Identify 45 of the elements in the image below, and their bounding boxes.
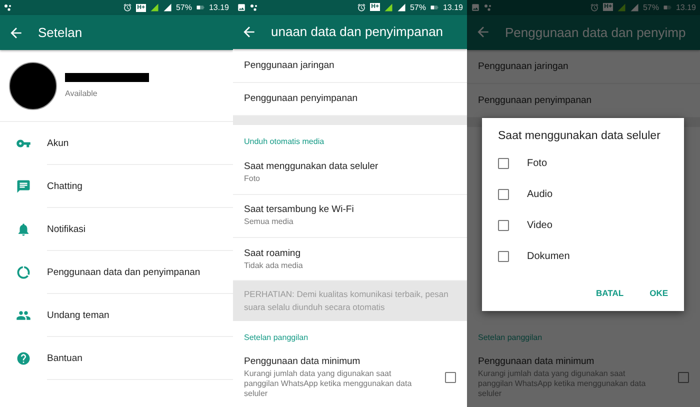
checkbox[interactable] — [498, 220, 509, 231]
notification-dots-icon — [484, 4, 492, 11]
dialog-title: Saat menggunakan data seluler — [498, 130, 662, 142]
toolbar-title: Penggunaan data dan penyimp — [505, 24, 686, 40]
section-header: Unduh otomatis media — [244, 136, 324, 147]
option-label: Dokumen — [527, 251, 570, 262]
alarm-icon — [357, 2, 366, 12]
battery-percent: 57% — [410, 2, 426, 12]
dialog-button[interactable]: BATAL — [596, 288, 624, 298]
battery-percent: 57% — [176, 3, 192, 12]
checkbox[interactable] — [678, 372, 689, 383]
clock-time: 13.19 — [208, 3, 229, 12]
alarm-icon — [590, 2, 600, 12]
section-header: Setelan panggilan — [244, 333, 308, 343]
option-label: Video — [527, 220, 552, 231]
checkbox[interactable] — [498, 189, 509, 200]
option-description: Kurangi jumlah data yang digunakan saat panggilan WhatsApp ketika menggunakan data seluler — [244, 369, 413, 399]
notice-text: PERHATIAN: Demi kualitas komunikasi terbaik, pesan suara selalu diunduh secara otomatis — [233, 281, 467, 322]
notification-dots-icon — [250, 4, 258, 11]
battery-icon — [196, 3, 205, 12]
notification-dots-icon — [4, 4, 12, 11]
option-label: Audio — [527, 189, 553, 200]
settings-icon — [16, 265, 31, 280]
option-title: Penggunaan data minimum — [244, 356, 362, 367]
option-label: Foto — [527, 158, 548, 169]
settings-icon — [16, 179, 31, 194]
battery-percent: 57% — [642, 2, 659, 12]
checkbox[interactable] — [498, 158, 509, 169]
settings-icon — [16, 308, 31, 323]
profile-card[interactable]: Available — [0, 50, 233, 122]
dialog-button[interactable]: OKE — [650, 288, 668, 298]
checkbox[interactable] — [445, 372, 456, 383]
avatar — [9, 62, 57, 110]
clock-time: 13.19 — [676, 2, 696, 12]
settings-icon — [16, 351, 31, 366]
checkbox[interactable] — [498, 251, 509, 262]
profile-status: Available — [65, 88, 98, 98]
section-header: Setelan panggilan — [478, 333, 542, 343]
clock-time: 13.19 — [442, 2, 463, 12]
toolbar-title: unaan data dan penyimpanan — [271, 24, 444, 40]
option-title: Penggunaan data minimum — [478, 356, 596, 367]
alarm-icon — [123, 3, 132, 12]
battery-icon — [430, 2, 439, 12]
toolbar-title: Setelan — [38, 25, 82, 40]
settings-icon — [16, 222, 31, 237]
